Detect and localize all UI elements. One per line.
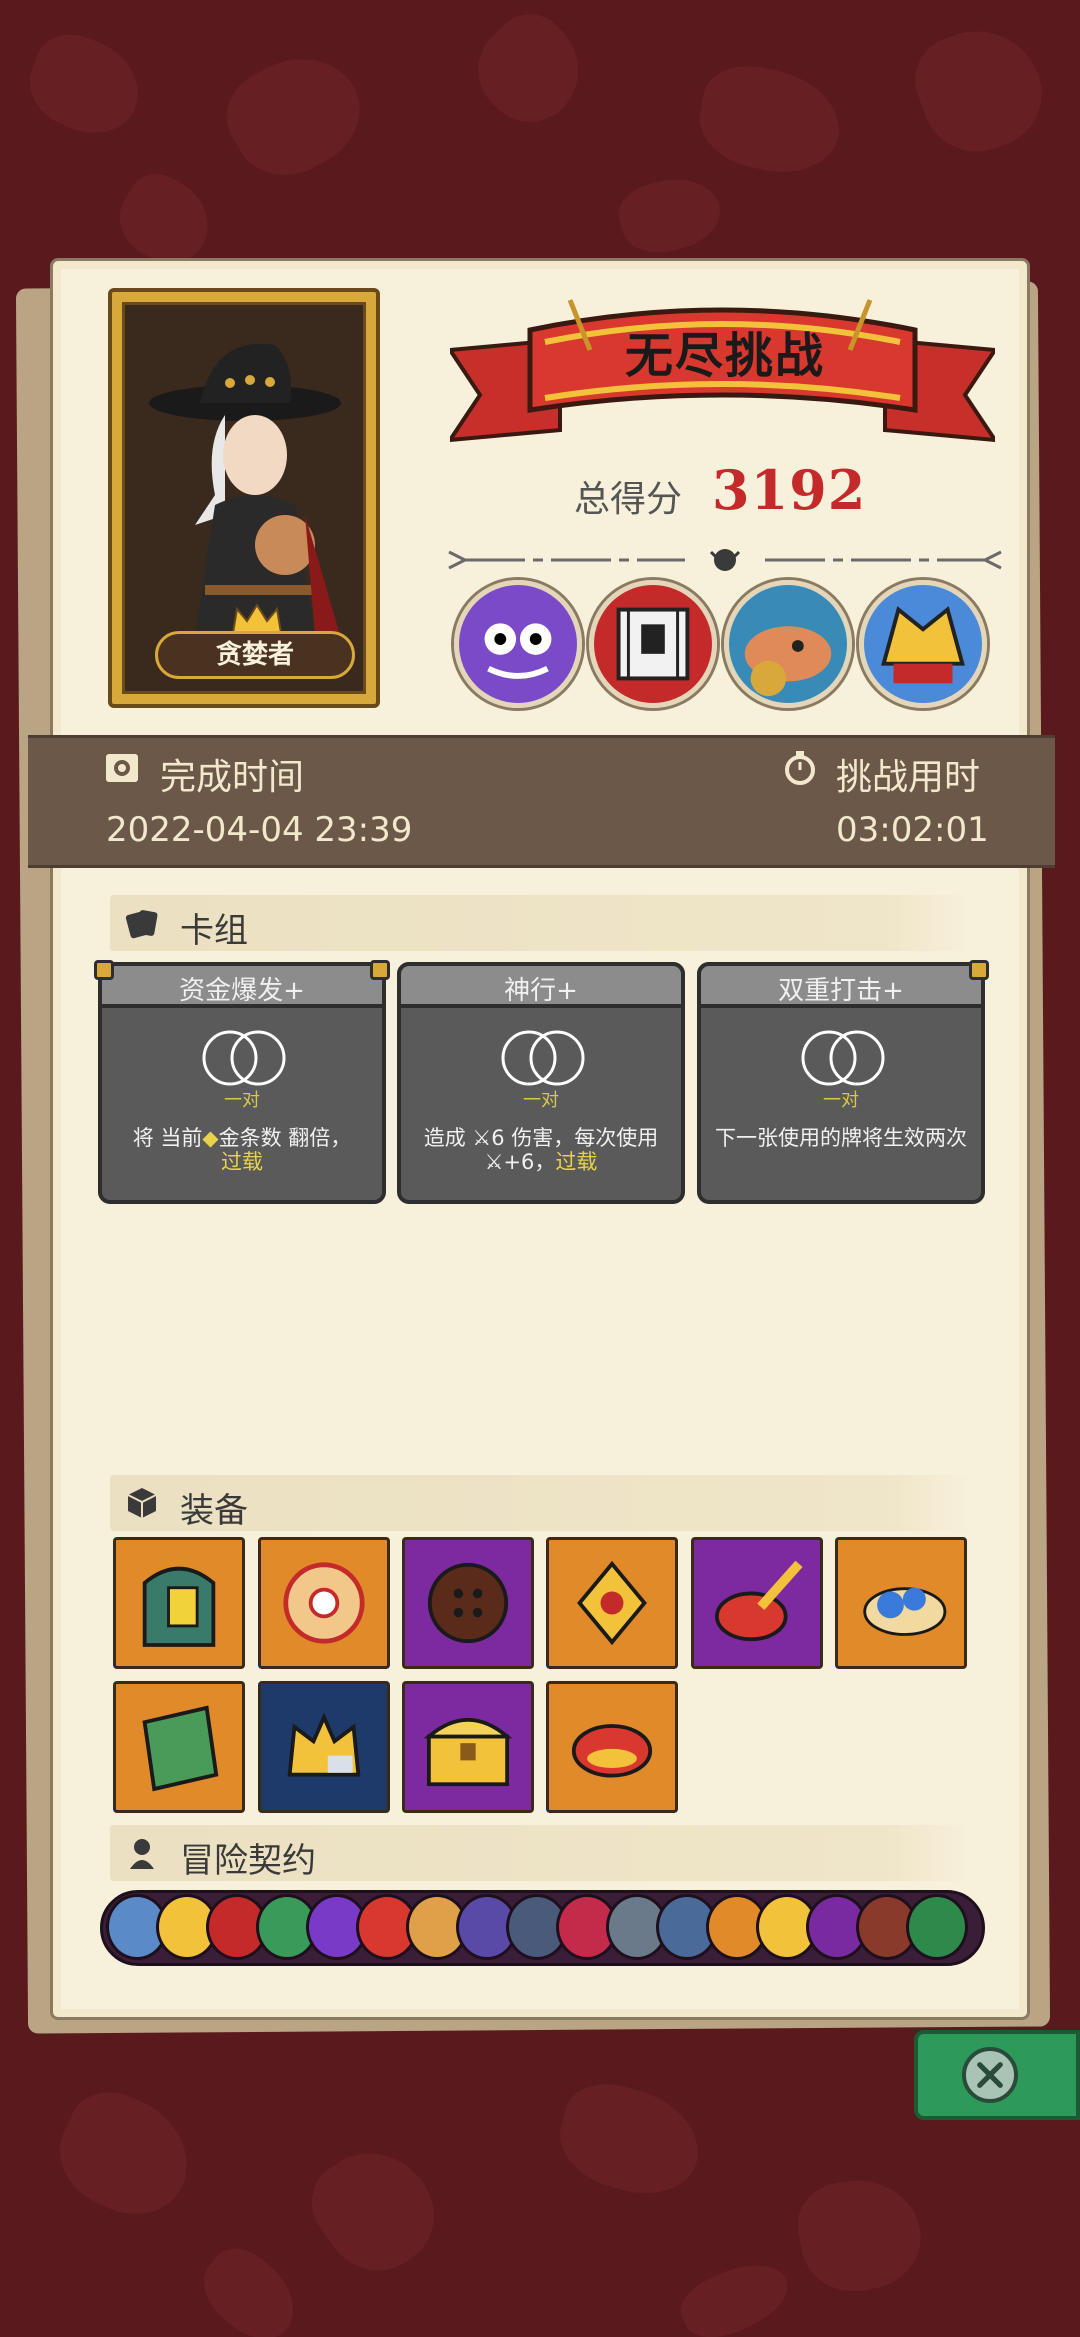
equipment-slot[interactable] (402, 1537, 534, 1669)
contract-header: 冒险契约 (110, 1825, 970, 1881)
treasure-chest-icon (423, 1717, 513, 1787)
equipment-slot[interactable] (258, 1681, 390, 1813)
equipment-slot[interactable] (402, 1681, 534, 1813)
score-label: 总得分 (574, 479, 683, 520)
card-name: 资金爆发+ (179, 976, 305, 1006)
equipment-slot[interactable] (691, 1537, 823, 1669)
hero-portrait: 贪婪者 (108, 288, 380, 708)
card-name: 神行+ (504, 976, 578, 1006)
moss-scroll-icon (142, 1705, 219, 1792)
pair-rings-icon (501, 1030, 585, 1086)
film-clock-icon (106, 754, 138, 782)
card-description: 将 当前◆金条数 翻倍， 过载 (132, 1126, 352, 1174)
equipment-header: 装备 (110, 1475, 970, 1531)
button-icon (427, 1562, 509, 1644)
equipment-title: 装备 (180, 1491, 248, 1531)
boss-portrait (859, 580, 987, 708)
mode-title: 无尽挑战 (624, 328, 825, 384)
blue-slime-icon (863, 1587, 947, 1636)
purple-monster-icon (459, 585, 577, 703)
equipment-slot[interactable] (835, 1537, 967, 1669)
card-description: 下一张使用的牌将生效两次 (715, 1126, 967, 1150)
person-icon (130, 1839, 154, 1869)
golden-mask-icon (864, 585, 982, 703)
deck-card[interactable]: 资金爆发+ 一对 将 当前◆金条数 翻倍， 过载 (94, 960, 390, 1204)
boss-portrait (589, 580, 717, 708)
gold-bar-icon: ◆ (202, 1126, 219, 1150)
card-rarity: 一对 (523, 1090, 559, 1111)
card-rarity: 一对 (823, 1090, 859, 1111)
deck-title: 卡组 (180, 911, 248, 951)
spiked-helmet-icon (142, 1566, 216, 1647)
cards-icon (125, 910, 158, 939)
crown-icon (231, 603, 283, 634)
deck-header: 卡组 (110, 895, 970, 951)
deck-card[interactable]: 神行+ 一对 造成 ⚔6 伤害，每次使用 ⚔+6，过载 (397, 962, 685, 1204)
deck-card[interactable]: 双重打击+ 一对 下一张使用的牌将生效两次 (697, 960, 989, 1204)
close-icon[interactable] (962, 2047, 1018, 2103)
ornament-divider (448, 549, 1002, 571)
hero-name: 贪婪者 (155, 631, 355, 679)
finish-time-value: 2022-04-04 23:39 (106, 810, 413, 850)
card-rarity: 一对 (224, 1090, 260, 1111)
amulet-icon (577, 1560, 647, 1646)
box-icon (127, 1488, 157, 1518)
gold-coin-icon (283, 1562, 365, 1644)
sword-icon: ⚔ (484, 1150, 504, 1174)
sword-icon: ⚔ (472, 1126, 492, 1150)
stopwatch-icon (785, 751, 815, 785)
equipment-slot[interactable] (113, 1537, 245, 1669)
equipment-slot[interactable] (258, 1537, 390, 1669)
duration-label: 挑战用时 (836, 757, 981, 798)
cage-monster-icon (594, 585, 712, 703)
pair-rings-icon (801, 1030, 885, 1086)
boss-portrait (454, 580, 582, 708)
card-name: 双重打击+ (778, 976, 904, 1006)
duration-value: 03:02:01 (836, 810, 989, 850)
equipment-slot[interactable] (113, 1681, 245, 1813)
finish-time-label: 完成时间 (160, 757, 305, 798)
dagger-hand-icon (715, 1560, 803, 1642)
contract-title: 冒险契约 (180, 1841, 316, 1881)
equipment-slot[interactable] (546, 1537, 678, 1669)
fish-monster-icon (729, 585, 847, 703)
contract-icon[interactable] (906, 1894, 968, 1960)
ruby-ring-icon (571, 1724, 653, 1778)
pair-rings-icon (202, 1030, 286, 1086)
golden-crown-helm-icon (287, 1712, 361, 1777)
card-description: 造成 ⚔6 伤害，每次使用 ⚔+6，过载 (423, 1126, 659, 1174)
equipment-slot[interactable] (546, 1681, 678, 1813)
score-value: 3192 (712, 458, 867, 522)
boss-portrait (724, 580, 852, 708)
